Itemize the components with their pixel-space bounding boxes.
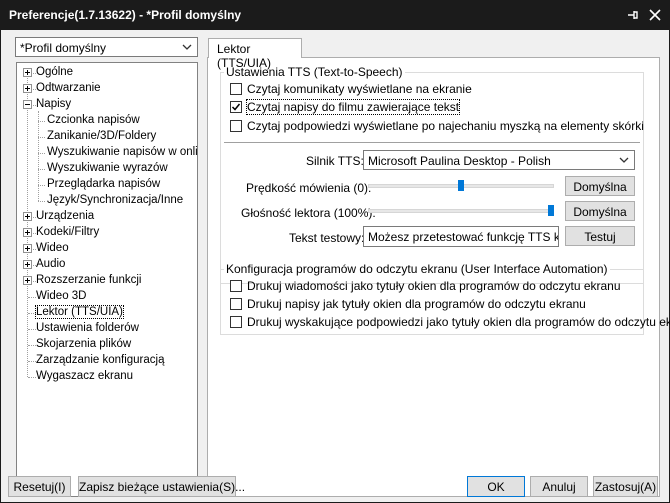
speech-speed-slider-thumb[interactable]: [458, 180, 464, 191]
tree-connector: [28, 297, 36, 298]
tree-connector: [38, 169, 45, 170]
expand-icon[interactable]: [23, 276, 32, 285]
profile-select-value: *Profil domyślny: [20, 41, 107, 55]
tree-connector: [38, 111, 39, 201]
tree-item-label: Skojarzenia plików: [36, 338, 132, 350]
tree-item-label: Wygaszacz ekranu: [36, 370, 134, 382]
ok-button[interactable]: OK: [467, 476, 525, 497]
tab-panel: Ustawienia TTS (Text-to-Speech) Czytaj k…: [207, 57, 670, 497]
close-icon[interactable]: [648, 8, 662, 22]
tab-lektor[interactable]: Lektor (TTS/UIA): [208, 38, 302, 70]
test-text-value: Możesz przetestować funkcję TTS klikając: [368, 230, 558, 244]
tree-item-label: Wyszukiwanie wyrazów: [47, 162, 168, 174]
checkbox-box: [230, 298, 242, 310]
test-tts-button[interactable]: Testuj: [565, 226, 635, 246]
tree-item-label: Rozszerzanie funkcji: [36, 274, 142, 286]
tree-connector: [38, 201, 45, 202]
checkbox-label: Drukuj wyskakujące podpowiedzi jako tytu…: [247, 315, 670, 329]
tree-item-label: Wyszukiwanie napisów w onli: [47, 146, 198, 158]
tree-item-label: Ustawienia folderów: [36, 322, 139, 334]
expand-icon[interactable]: [23, 68, 32, 77]
tree-connector: [38, 153, 45, 154]
checkbox-label: Czytaj komunikaty wyświetlane na ekranie: [247, 82, 472, 96]
button-label: Anuluj: [542, 480, 576, 494]
tree-connector: [27, 73, 28, 377]
save-settings-button[interactable]: Zapisz bieżące ustawienia(S)...: [78, 476, 245, 497]
title-bar: Preferencje(1.7.13622) - *Profil domyśln…: [0, 0, 670, 30]
tree-item-label: Ogólne: [36, 66, 74, 78]
speech-volume-slider-thumb[interactable]: [548, 205, 554, 216]
apply-button[interactable]: Zastosuj(A): [593, 476, 658, 497]
button-label: OK: [487, 480, 505, 494]
tree-item-label: Wideo: [36, 242, 69, 254]
checkbox-box: [230, 101, 242, 113]
tree-connector: [38, 185, 45, 186]
speech-volume-slider[interactable]: [368, 209, 554, 213]
tree-item-label: Zanikanie/3D/Foldery: [47, 130, 157, 142]
speech-speed-default-button[interactable]: Domyślna: [565, 176, 635, 196]
tree-connector: [28, 361, 36, 362]
tree-connector: [28, 313, 36, 314]
tree-connector: [38, 121, 45, 122]
expand-icon[interactable]: [23, 244, 32, 253]
test-text-label: Tekst testowy:: [289, 231, 365, 245]
expand-icon[interactable]: [23, 84, 32, 93]
chevron-down-icon: [182, 44, 192, 50]
button-label: Domyślna: [573, 180, 627, 194]
button-label: Zapisz bieżące ustawienia(S)...: [79, 480, 246, 494]
window-title: Preferencje(1.7.13622) - *Profil domyśln…: [9, 8, 242, 22]
checkbox-box: [230, 316, 242, 328]
speech-speed-label: Prędkość mówienia (0):: [246, 181, 372, 195]
tree-connector: [28, 377, 36, 378]
tts-separator: [224, 142, 640, 143]
tree-connector: [28, 345, 36, 346]
chevron-down-icon: [619, 157, 629, 163]
checkbox-box: [230, 120, 242, 132]
tree-item-label: Czcionka napisów: [47, 114, 140, 126]
button-label: Testuj: [584, 230, 616, 244]
checkbox-label: Drukuj wiadomości jako tytuły okien dla …: [247, 279, 621, 293]
tree-item-label: Zarządzanie konfiguracją: [36, 354, 165, 366]
profile-select[interactable]: *Profil domyślny: [15, 37, 198, 57]
tree-item-label: Lektor (TTS/UIA): [35, 305, 124, 319]
expand-icon[interactable]: [23, 212, 32, 221]
uia-group-title: Konfiguracja programów do odczytu ekranu…: [224, 262, 610, 276]
button-label: Resetuj(I): [13, 480, 66, 494]
speech-volume-default-button[interactable]: Domyślna: [565, 201, 635, 221]
tab-label: Lektor (TTS/UIA): [217, 42, 271, 70]
button-label: Domyślna: [573, 205, 627, 219]
expand-icon[interactable]: [23, 260, 32, 269]
expand-icon[interactable]: [23, 228, 32, 237]
reset-button[interactable]: Resetuj(I): [8, 476, 71, 497]
tree-item-label: Audio: [36, 258, 66, 270]
speech-volume-label: Głośność lektora (100%):: [241, 206, 376, 220]
checkbox-label: Czytaj podpowiedzi wyświetlane po najech…: [247, 119, 644, 133]
preferences-dialog: *Profil domyślny Ogólne Odtwarzanie Napisy…: [1, 30, 670, 502]
collapse-icon[interactable]: [23, 100, 32, 109]
checkmark-icon: [231, 103, 241, 111]
tree-item-label: Wideo 3D: [36, 290, 87, 302]
settings-tree[interactable]: Ogólne Odtwarzanie Napisy Czcionka napisów Z…: [16, 62, 198, 497]
checkbox-box: [230, 83, 242, 95]
checkbox-label: Czytaj napisy do filmu zawierające tekst: [245, 99, 461, 115]
tree-item-label: Urządzenia: [36, 210, 95, 222]
tree-connector: [38, 137, 45, 138]
test-text-input[interactable]: Możesz przetestować funkcję TTS klikając: [363, 226, 559, 247]
tree-connector: [28, 329, 36, 330]
checkbox-box: [230, 280, 242, 292]
tts-engine-select[interactable]: Microsoft Paulina Desktop - Polish: [363, 150, 635, 170]
tree-item-label: Przeglądarka napisów: [47, 178, 161, 190]
tts-engine-value: Microsoft Paulina Desktop - Polish: [368, 154, 551, 168]
tts-engine-label: Silnik TTS:: [306, 154, 364, 168]
checkbox-label: Drukuj napisy jak tytuły okien dla progr…: [247, 297, 586, 311]
button-label: Zastosuj(A): [594, 480, 657, 494]
cancel-button[interactable]: Anuluj: [530, 476, 588, 497]
pin-icon[interactable]: [626, 8, 640, 22]
tree-item-label: Napisy: [36, 98, 72, 110]
tree-item-label: Odtwarzanie: [36, 82, 101, 94]
tree-item-label: Język/Synchronizacja/Inne: [47, 194, 184, 206]
tree-item-label: Kodeki/Filtry: [36, 226, 100, 238]
